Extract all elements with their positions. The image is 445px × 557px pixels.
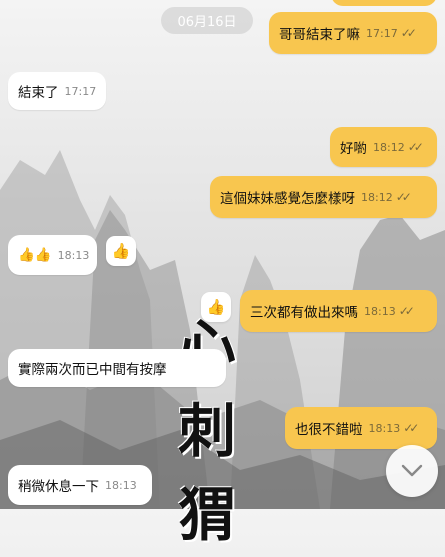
message-text: 哥哥結束了嘛: [279, 27, 360, 43]
message-bubble-outgoing[interactable]: 三次都有做出來嗎 18:13 ✓✓: [240, 290, 437, 332]
chevron-down-icon: [401, 464, 423, 477]
thumbs-up-reaction-icon[interactable]: 👍: [106, 236, 136, 266]
message-time: 18:13: [57, 248, 90, 262]
chat-log: 06月16日 哥哥結束了嘛 17:17 ✓✓ 結束了 17:17 好喲 18:1…: [0, 0, 445, 509]
message-text: 結束了: [18, 85, 59, 101]
message-time: 18:13: [368, 421, 401, 435]
message-text: 這個妹妹感覺怎麼樣呀: [220, 191, 355, 207]
read-receipt-icon: ✓✓: [398, 304, 415, 318]
message-bubble-incoming[interactable]: 稍微休息一下 18:13: [8, 465, 152, 505]
message-time: 17:17: [64, 84, 97, 98]
message-text: 稍微休息一下: [18, 479, 99, 495]
message-bubble-incoming[interactable]: 實際兩次而已中間有按摩: [8, 349, 226, 387]
scroll-to-bottom-button[interactable]: [386, 445, 438, 497]
partial-message-bubble: [331, 0, 437, 6]
message-text: 👍👍: [18, 247, 52, 263]
thumbs-up-reaction-icon[interactable]: 👍: [201, 292, 231, 322]
message-text: 三次都有做出來嗎: [250, 305, 358, 321]
message-time: 18:12: [373, 140, 405, 154]
message-time: 18:13: [364, 304, 396, 318]
message-bubble-incoming[interactable]: 👍👍 18:13: [8, 235, 97, 275]
message-time: 18:13: [105, 478, 137, 492]
message-bubble-incoming[interactable]: 結束了 17:17: [8, 72, 106, 110]
read-receipt-icon: ✓✓: [395, 190, 412, 204]
message-bubble-outgoing[interactable]: 也很不錯啦 18:13 ✓✓: [285, 407, 437, 449]
read-receipt-icon: ✓✓: [407, 140, 424, 154]
message-bubble-outgoing[interactable]: 好喲 18:12 ✓✓: [330, 127, 437, 167]
read-receipt-icon: ✓✓: [400, 26, 417, 40]
message-text: 實際兩次而已中間有按摩: [18, 362, 167, 378]
message-text: 好喲: [340, 141, 367, 157]
message-bubble-outgoing[interactable]: 哥哥結束了嘛 17:17 ✓✓: [269, 12, 437, 54]
message-bubble-outgoing[interactable]: 這個妹妹感覺怎麼樣呀 18:12 ✓✓: [210, 176, 437, 218]
read-receipt-icon: ✓✓: [403, 421, 419, 435]
message-text: 也很不錯啦: [295, 422, 363, 438]
message-time: 17:17: [366, 26, 398, 40]
date-separator: 06月16日: [161, 7, 253, 34]
message-time: 18:12: [361, 190, 393, 204]
